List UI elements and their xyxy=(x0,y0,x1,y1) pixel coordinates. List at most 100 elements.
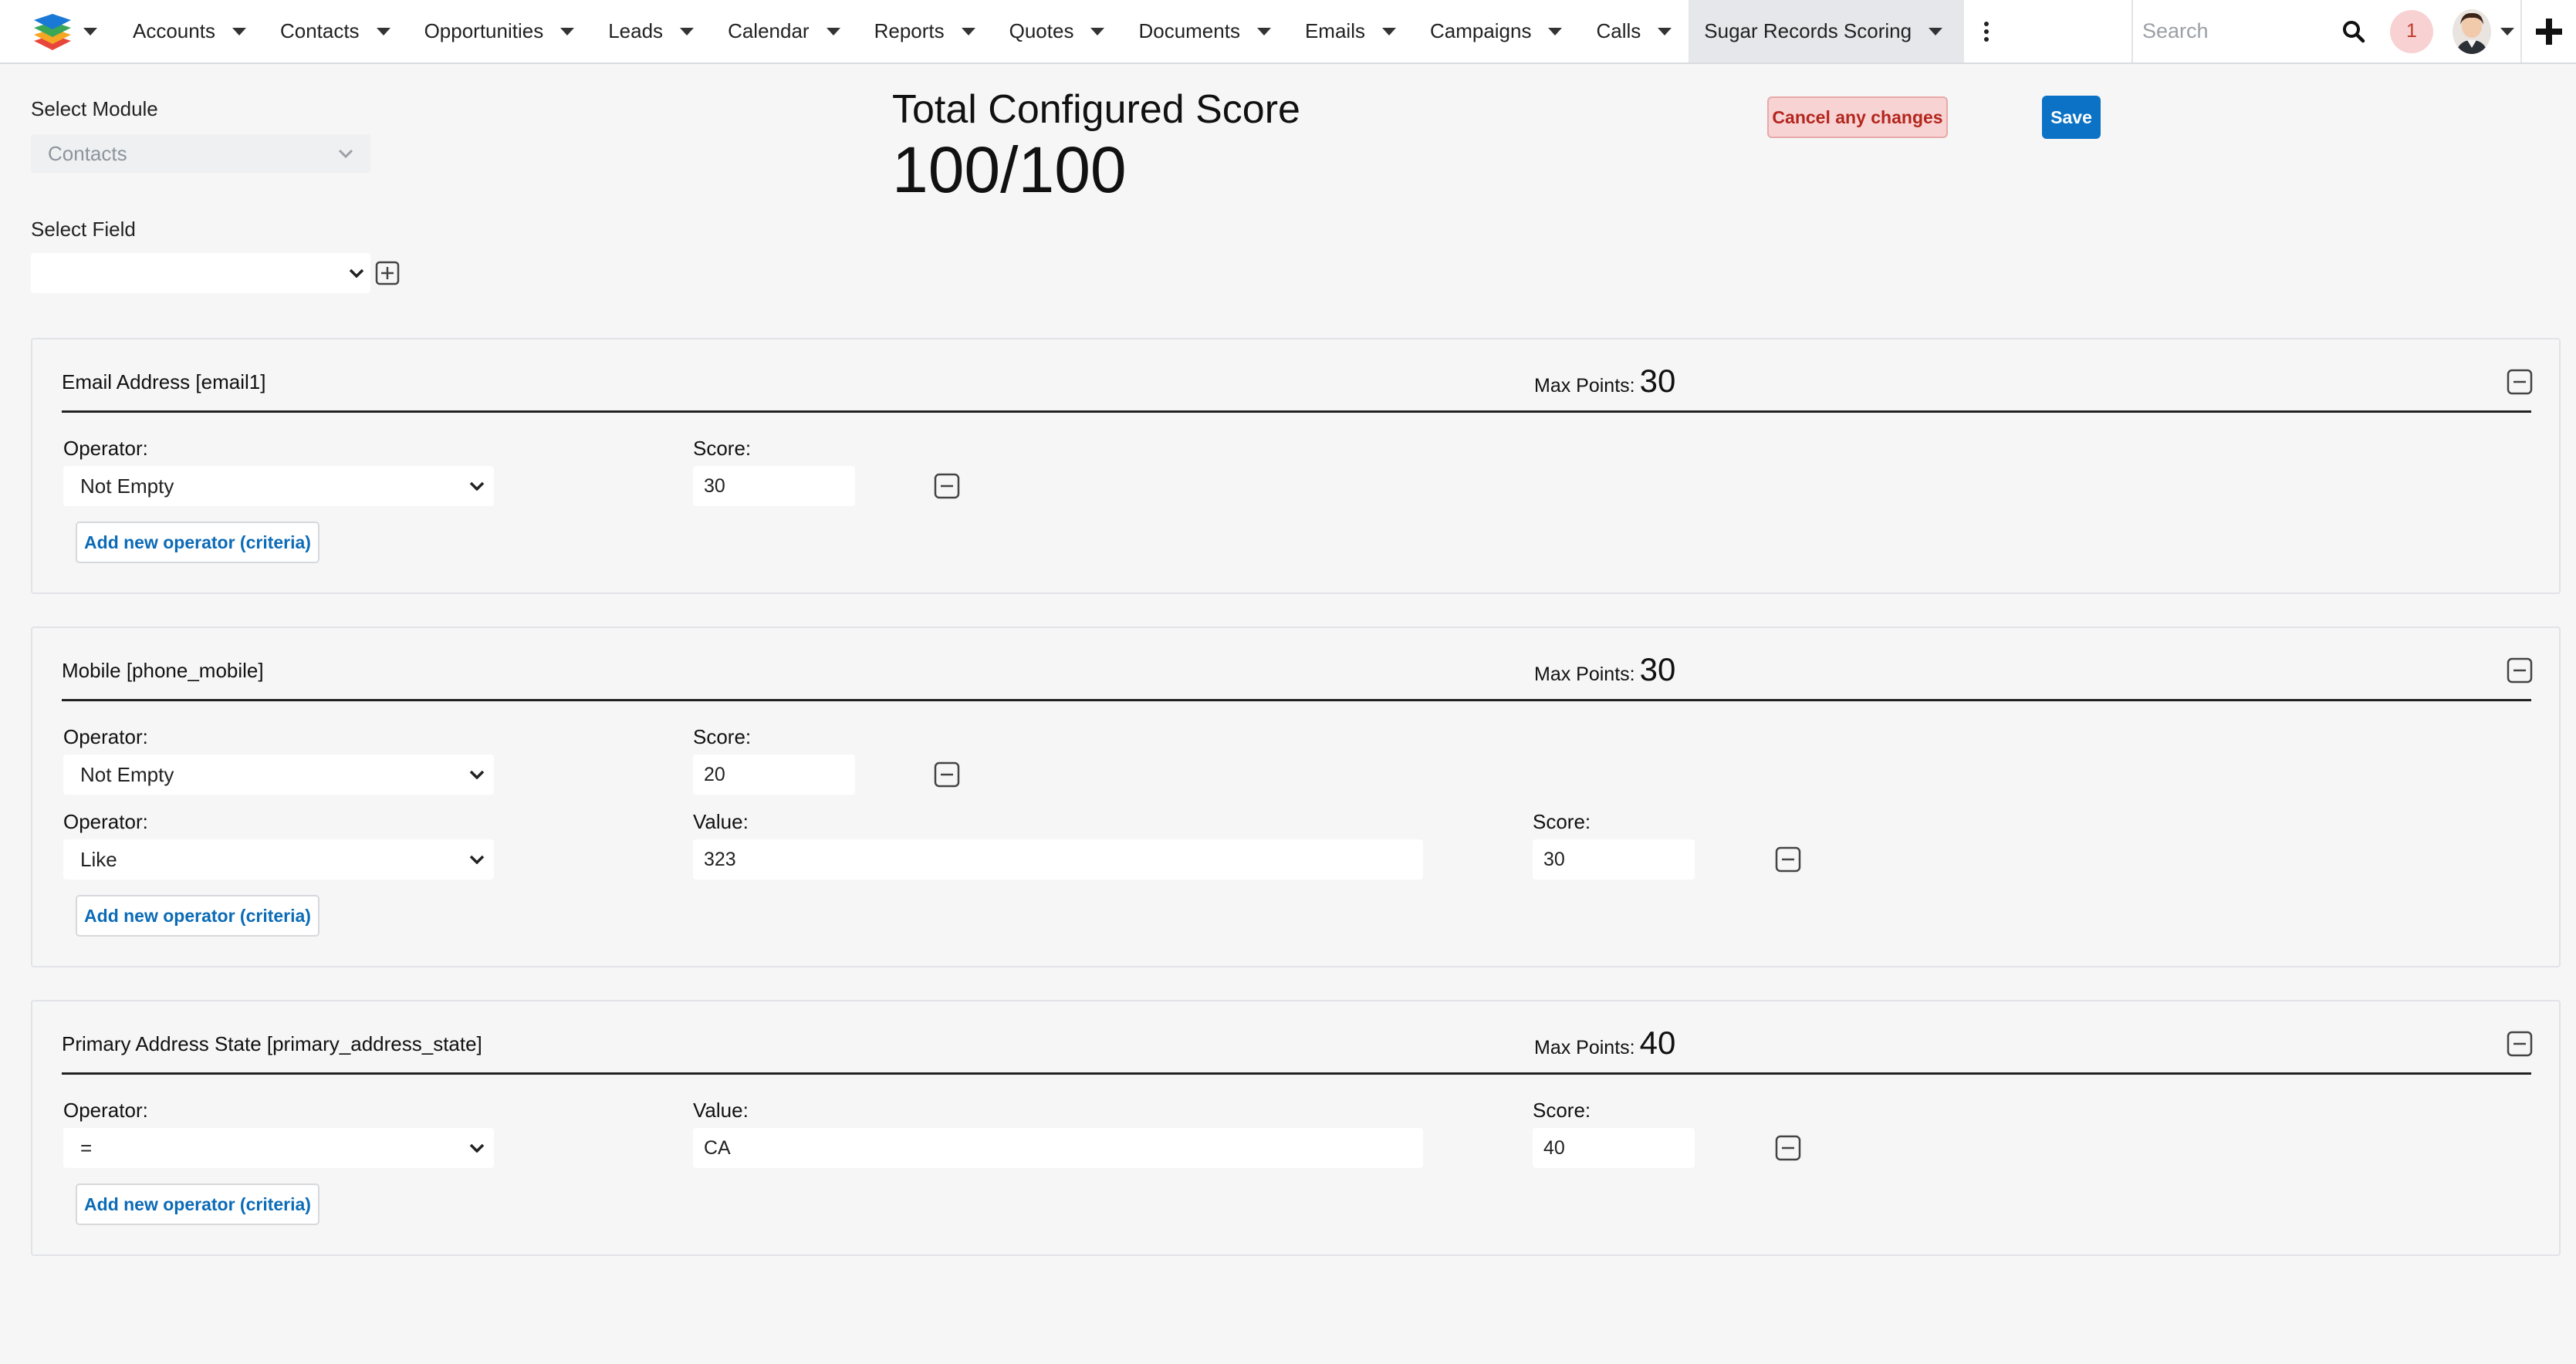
max-points: Max Points: 30 xyxy=(1534,651,1675,688)
search-icon[interactable] xyxy=(2331,0,2377,62)
collapse-panel-icon[interactable] xyxy=(2507,657,2533,684)
collapse-panel-icon[interactable] xyxy=(2507,369,2533,395)
caret-down-icon[interactable] xyxy=(1929,27,1943,35)
top-navigation-bar: Accounts Contacts Opportunities Leads Ca… xyxy=(0,0,2576,64)
nav-item-contacts[interactable]: Contacts xyxy=(263,0,407,62)
field-panel-phone-mobile: Mobile [phone_mobile] Max Points: 30 Oper… xyxy=(31,626,2561,967)
nav-item-quotes[interactable]: Quotes xyxy=(992,0,1122,62)
max-points: Max Points: 40 xyxy=(1534,1025,1675,1062)
add-criteria-button[interactable]: Add new operator (criteria) xyxy=(76,895,319,937)
user-menu[interactable] xyxy=(2446,0,2520,62)
field-panel-primary-address-state: Primary Address State [primary_address_s… xyxy=(31,1000,2561,1256)
add-field-icon[interactable] xyxy=(375,261,400,285)
module-select-value: Contacts xyxy=(48,141,127,165)
score-input[interactable]: 40 xyxy=(1533,1128,1695,1168)
total-score-title: Total Configured Score xyxy=(892,87,1300,132)
chevron-down-icon xyxy=(349,268,364,278)
nav-item-reports[interactable]: Reports xyxy=(857,0,992,62)
operator-select[interactable]: = xyxy=(63,1128,494,1168)
caret-down-icon[interactable] xyxy=(1548,27,1563,35)
panel-title: Mobile [phone_mobile] xyxy=(62,659,264,682)
caret-down-icon[interactable] xyxy=(961,27,975,35)
add-criteria-button[interactable]: Add new operator (criteria) xyxy=(76,522,319,563)
score-input[interactable]: 30 xyxy=(693,466,855,506)
nav-item-documents[interactable]: Documents xyxy=(1121,0,1288,62)
operator-select[interactable]: Not Empty xyxy=(63,466,494,506)
remove-criteria-icon[interactable] xyxy=(934,473,960,499)
caret-down-icon[interactable] xyxy=(1256,27,1271,35)
panel-title: Primary Address State [primary_address_s… xyxy=(62,1032,482,1055)
nav-label: Quotes xyxy=(1009,19,1074,42)
max-points-value: 40 xyxy=(1639,1025,1676,1061)
nav-item-accounts[interactable]: Accounts xyxy=(116,0,263,62)
notifications-button[interactable]: 1 xyxy=(2377,0,2446,62)
more-modules-icon[interactable] xyxy=(1964,0,2009,62)
save-button[interactable]: Save xyxy=(2042,96,2101,139)
plus-icon xyxy=(2536,18,2562,45)
nav-label: Accounts xyxy=(133,19,215,42)
value-label: Value: xyxy=(693,810,749,833)
nav-label: Emails xyxy=(1304,19,1365,42)
caret-down-icon[interactable] xyxy=(680,27,695,35)
remove-criteria-icon[interactable] xyxy=(1775,1135,1801,1161)
search-input[interactable] xyxy=(2142,19,2343,43)
value-input[interactable]: 323 xyxy=(693,839,1423,880)
nav-item-emails[interactable]: Emails xyxy=(1288,0,1413,62)
caret-down-icon[interactable] xyxy=(560,27,575,35)
operator-select[interactable]: Not Empty xyxy=(63,755,494,795)
panel-divider xyxy=(62,410,2531,413)
caret-down-icon[interactable] xyxy=(232,27,246,35)
value-input[interactable]: CA xyxy=(693,1128,1423,1168)
operator-label: Operator: xyxy=(63,1099,148,1122)
max-points-value: 30 xyxy=(1639,363,1676,399)
score-label: Score: xyxy=(1533,1099,1591,1122)
logo-menu[interactable] xyxy=(0,0,116,62)
nav-label: Contacts xyxy=(279,19,360,42)
operator-label: Operator: xyxy=(63,725,148,748)
total-score-value: 100/100 xyxy=(892,133,1127,206)
user-avatar xyxy=(2453,8,2491,54)
caret-down-icon[interactable] xyxy=(2500,27,2514,35)
caret-down-icon[interactable] xyxy=(1090,27,1105,35)
nav-item-sugar-records-scoring[interactable]: Sugar Records Scoring xyxy=(1689,0,1965,62)
field-select[interactable] xyxy=(31,253,370,293)
add-criteria-button[interactable]: Add new operator (criteria) xyxy=(76,1183,319,1225)
operator-select[interactable]: Like xyxy=(63,839,494,880)
operator-value: Not Empty xyxy=(80,762,174,786)
cancel-changes-button[interactable]: Cancel any changes xyxy=(1767,96,1948,138)
global-search xyxy=(2131,0,2343,62)
caret-down-icon[interactable] xyxy=(826,27,840,35)
score-input[interactable]: 30 xyxy=(1533,839,1695,880)
nav-label: Reports xyxy=(874,19,945,42)
nav-item-campaigns[interactable]: Campaigns xyxy=(1413,0,1580,62)
select-field-label: Select Field xyxy=(31,218,136,241)
panel-divider xyxy=(62,699,2531,701)
max-points-label: Max Points: xyxy=(1534,375,1635,397)
max-points-label: Max Points: xyxy=(1534,663,1635,685)
score-label: Score: xyxy=(693,725,752,748)
remove-criteria-icon[interactable] xyxy=(1775,846,1801,873)
operator-label: Operator: xyxy=(63,810,148,833)
chevron-down-icon xyxy=(469,855,485,864)
score-input[interactable]: 20 xyxy=(693,755,855,795)
caret-down-icon[interactable] xyxy=(1381,27,1396,35)
caret-down-icon[interactable] xyxy=(1658,27,1672,35)
field-panel-email1: Email Address [email1] Max Points: 30 Ope… xyxy=(31,338,2561,594)
nav-item-leads[interactable]: Leads xyxy=(591,0,711,62)
module-select[interactable]: Contacts xyxy=(31,134,370,173)
nav-item-calls[interactable]: Calls xyxy=(1579,0,1689,62)
nav-item-calendar[interactable]: Calendar xyxy=(711,0,857,62)
operator-label: Operator: xyxy=(63,437,148,460)
remove-criteria-icon[interactable] xyxy=(934,761,960,788)
panel-title: Email Address [email1] xyxy=(62,370,266,393)
score-label: Score: xyxy=(1533,810,1591,833)
quick-create-button[interactable] xyxy=(2520,0,2576,62)
caret-down-icon[interactable] xyxy=(376,27,390,35)
nav-label: Documents xyxy=(1138,19,1240,42)
value-label: Value: xyxy=(693,1099,749,1122)
collapse-panel-icon[interactable] xyxy=(2507,1031,2533,1057)
nav-item-opportunities[interactable]: Opportunities xyxy=(407,0,592,62)
module-tabs: Accounts Contacts Opportunities Leads Ca… xyxy=(116,0,2009,62)
nav-label: Calendar xyxy=(728,19,810,42)
